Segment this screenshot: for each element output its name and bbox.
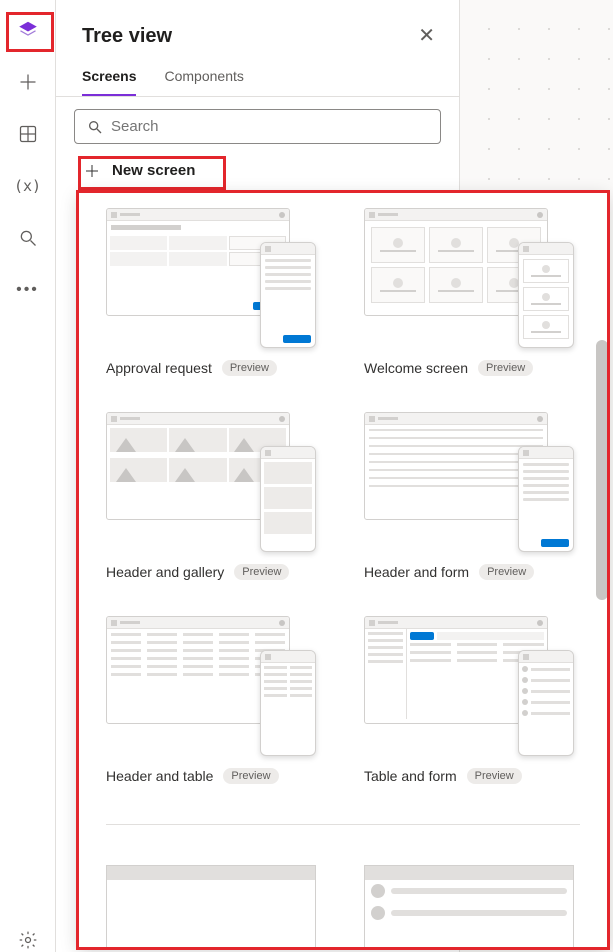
left-rail: (x) ••• xyxy=(0,0,56,952)
panel-title: Tree view xyxy=(82,25,172,48)
preview-badge: Preview xyxy=(479,564,534,580)
template-list[interactable] xyxy=(364,865,574,948)
template-header-gallery[interactable]: Header and gallery Preview xyxy=(106,412,316,580)
preview-badge: Preview xyxy=(234,564,289,580)
search-rail-icon[interactable] xyxy=(16,226,40,250)
divider xyxy=(106,824,580,825)
template-blank[interactable] xyxy=(106,865,316,948)
search-icon xyxy=(87,119,103,135)
tree-view-icon[interactable] xyxy=(16,18,40,42)
template-header-table[interactable]: Header and table Preview xyxy=(106,616,316,784)
data-icon[interactable] xyxy=(16,122,40,146)
new-screen-label: New screen xyxy=(112,162,195,179)
template-label: Header and table xyxy=(106,768,213,784)
template-approval-request[interactable]: Approval request Preview xyxy=(106,208,316,376)
insert-icon[interactable] xyxy=(16,70,40,94)
new-screen-flyout: Approval request Preview xyxy=(78,192,608,948)
template-label: Welcome screen xyxy=(364,360,468,376)
preview-badge: Preview xyxy=(478,360,533,376)
template-label: Header and form xyxy=(364,564,469,580)
template-label: Table and form xyxy=(364,768,457,784)
scrollbar-thumb[interactable] xyxy=(596,340,608,600)
tab-screens[interactable]: Screens xyxy=(82,68,136,96)
settings-icon[interactable] xyxy=(16,928,40,952)
new-screen-button[interactable]: New screen xyxy=(74,156,205,185)
template-welcome-screen[interactable]: Welcome screen Preview xyxy=(364,208,574,376)
preview-badge: Preview xyxy=(223,768,278,784)
tab-components[interactable]: Components xyxy=(164,68,243,96)
preview-badge: Preview xyxy=(222,360,277,376)
plus-icon xyxy=(84,163,100,179)
variables-icon[interactable]: (x) xyxy=(16,174,40,198)
close-icon[interactable]: ✕ xyxy=(414,22,439,50)
template-label: Header and gallery xyxy=(106,564,224,580)
more-icon[interactable]: ••• xyxy=(16,278,40,302)
preview-badge: Preview xyxy=(467,768,522,784)
template-table-form[interactable]: Table and form Preview xyxy=(364,616,574,784)
search-input[interactable] xyxy=(74,109,441,144)
template-header-form[interactable]: Header and form Preview xyxy=(364,412,574,580)
search-field[interactable] xyxy=(111,118,428,135)
template-label: Approval request xyxy=(106,360,212,376)
panel-tabs: Screens Components xyxy=(56,50,459,97)
